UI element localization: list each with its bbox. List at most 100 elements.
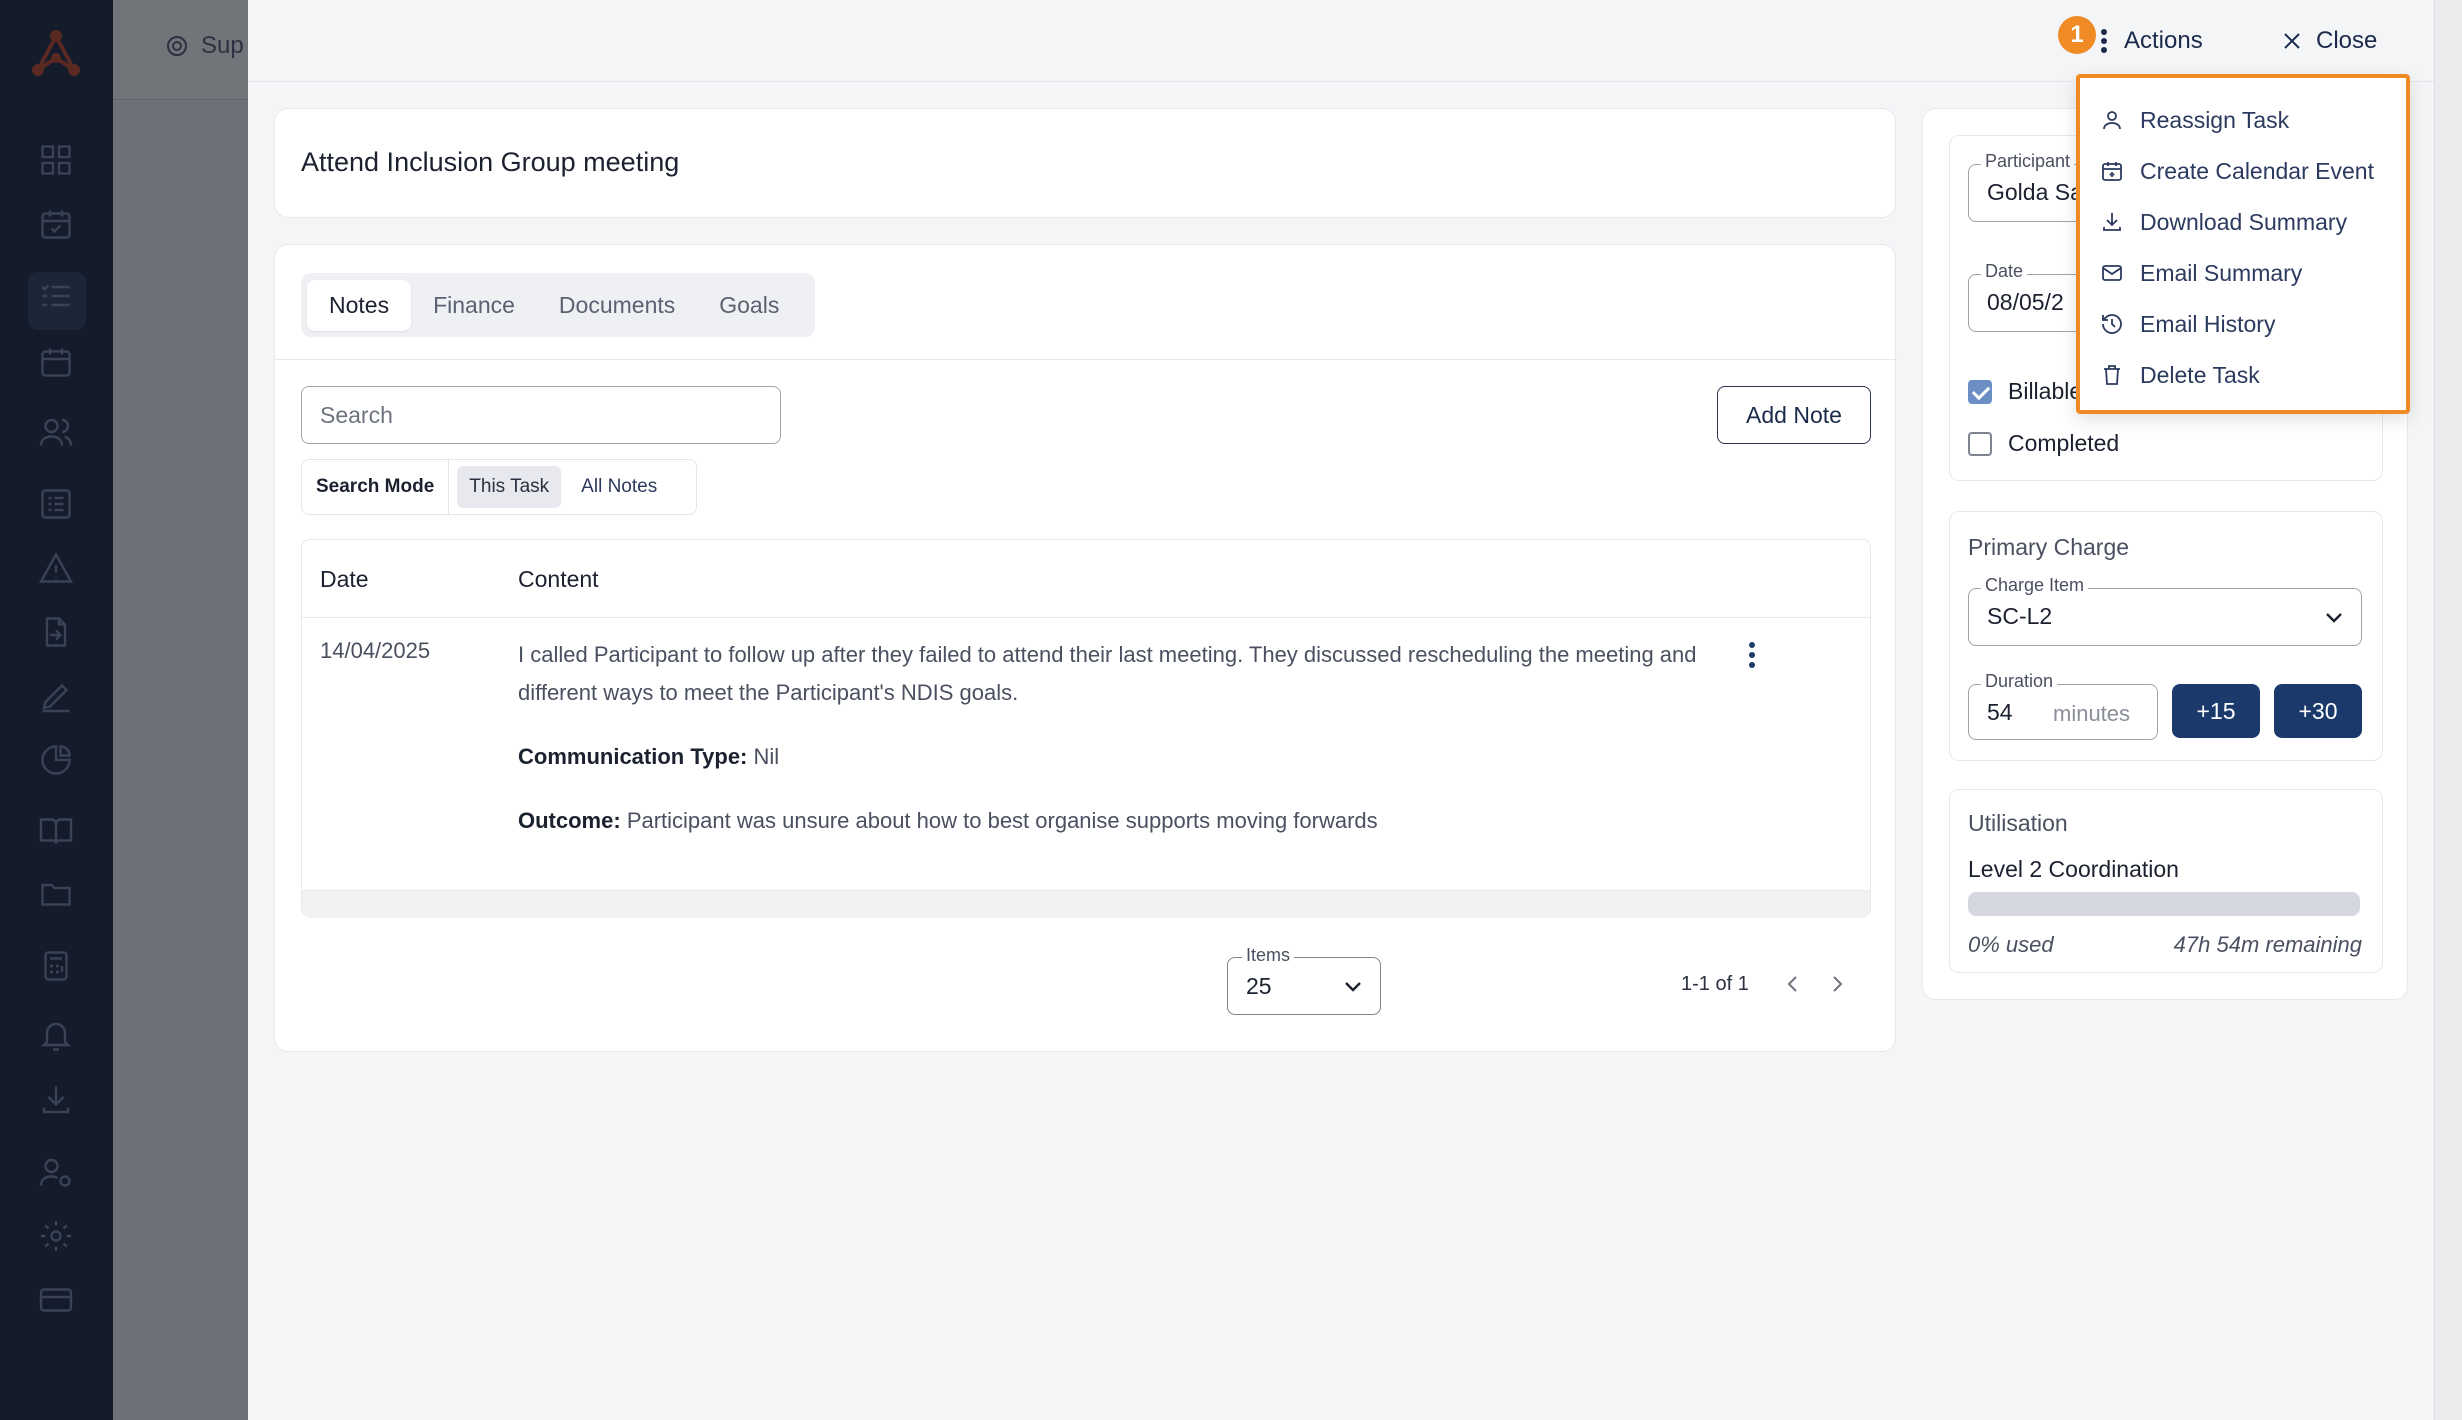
duration-unit: minutes xyxy=(2053,701,2131,726)
add-note-button[interactable]: Add Note xyxy=(1717,386,1871,444)
menu-item-label: Create Calendar Event xyxy=(2140,157,2374,184)
close-label: Close xyxy=(2316,27,2378,54)
chevron-down-icon xyxy=(2326,613,2342,623)
note-outcome: Outcome: Participant was unsure about ho… xyxy=(518,802,1778,840)
actions-label: Actions xyxy=(2124,27,2203,54)
credit-card-icon[interactable] xyxy=(38,1282,74,1318)
gear-icon[interactable] xyxy=(38,1218,74,1254)
close-button[interactable]: Close xyxy=(2282,20,2377,62)
duration-field[interactable]: Duration 54 minutes xyxy=(1968,671,2158,740)
participant-label: Participant xyxy=(1981,151,2075,172)
row-menu-icon[interactable] xyxy=(1742,640,1762,670)
add-15-button[interactable]: +15 xyxy=(2172,684,2260,738)
notes-table: Date Content 14/04/2025 I called Partici… xyxy=(301,539,1871,918)
pagination-range: 1-1 of 1 xyxy=(1681,973,1749,995)
menu-item-email-summary[interactable]: Email Summary xyxy=(2100,253,2302,293)
note-body: I called Participant to follow up after … xyxy=(518,642,1697,705)
tab-goals[interactable]: Goals xyxy=(697,280,801,331)
menu-item-label: Download Summary xyxy=(2140,208,2348,235)
background-breadcrumb: Sup xyxy=(165,32,244,60)
items-label: Items xyxy=(1242,945,1295,966)
tab-bar: Notes Finance Documents Goals xyxy=(301,273,815,337)
notification-icon[interactable] xyxy=(38,1018,74,1054)
menu-item-label: Email Summary xyxy=(2140,259,2303,286)
utilisation-item: Level 2 Coordination xyxy=(1968,856,2179,882)
table-horizontal-scrollbar[interactable] xyxy=(302,890,1870,918)
chevron-right-icon[interactable] xyxy=(1827,973,1847,995)
charge-item-value: SC-L2 xyxy=(1987,603,2053,629)
calculator-icon[interactable] xyxy=(38,948,74,984)
menu-item-reassign-task[interactable]: Reassign Task xyxy=(2100,100,2289,140)
dashboard-icon[interactable] xyxy=(38,142,74,178)
notes-card: Notes Finance Documents Goals Add Note S… xyxy=(274,244,1897,1052)
kebab-icon xyxy=(2101,29,2107,53)
outcome-value: Participant was unsure about how to best… xyxy=(626,808,1378,833)
charge-item-select[interactable]: Charge Item SC-L2 xyxy=(1968,575,2362,646)
tab-notes[interactable]: Notes xyxy=(307,279,412,331)
sidebar xyxy=(0,0,113,1420)
column-header-date[interactable]: Date xyxy=(320,566,369,593)
user-settings-icon[interactable] xyxy=(38,1154,74,1190)
completed-check-icon xyxy=(1968,431,1992,456)
note-communication-type: Communication Type: Nil xyxy=(518,738,1778,776)
column-header-content[interactable]: Content xyxy=(518,566,599,593)
menu-item-create-calendar-event[interactable]: Create Calendar Event xyxy=(2100,151,2374,191)
menu-item-delete-task[interactable]: Delete Task xyxy=(2100,355,2260,395)
background-breadcrumb-text: Sup xyxy=(201,32,244,59)
history-icon xyxy=(2102,314,2122,334)
signature-icon[interactable] xyxy=(38,678,74,714)
calendar-plus-icon xyxy=(2102,162,2122,181)
billable-checkbox[interactable]: Billable xyxy=(1968,378,2082,405)
utilisation-remaining: 47h 54m remaining xyxy=(2173,932,2362,957)
add-30-button[interactable]: +30 xyxy=(2274,684,2362,738)
folder-icon[interactable] xyxy=(38,876,74,912)
book-icon[interactable] xyxy=(38,812,74,848)
users-icon[interactable] xyxy=(38,414,74,450)
communication-type-value: Nil xyxy=(753,744,780,769)
utilisation-card: Utilisation Level 2 Coordination 0% used… xyxy=(1949,789,2383,973)
pie-chart-icon[interactable] xyxy=(38,742,74,778)
trash-icon xyxy=(2104,365,2120,385)
search-mode-this-task[interactable]: This Task xyxy=(457,466,562,508)
tab-finance[interactable]: Finance xyxy=(411,280,537,331)
calendar-icon[interactable] xyxy=(38,344,74,380)
warning-icon[interactable] xyxy=(38,550,74,586)
calendar-check-icon[interactable] xyxy=(38,206,74,242)
duration-label: Duration xyxy=(1981,671,2058,692)
task-list-icon[interactable] xyxy=(38,278,74,314)
menu-item-label: Email History xyxy=(2140,310,2276,337)
download-icon xyxy=(2103,213,2121,231)
menu-item-email-history[interactable]: Email History xyxy=(2100,304,2275,344)
billable-label: Billable xyxy=(2008,378,2083,404)
menu-item-download-summary[interactable]: Download Summary xyxy=(2100,202,2347,242)
utilisation-progress-bar xyxy=(1968,892,2360,916)
search-mode-toggle: Search Mode This Task All Notes xyxy=(301,459,697,515)
mail-icon xyxy=(2102,265,2122,281)
menu-item-label: Reassign Task xyxy=(2140,106,2290,133)
participant-value: Golda Sa xyxy=(1987,179,2083,205)
search-mode-all-notes[interactable]: All Notes xyxy=(569,466,669,508)
utilisation-used: 0% used xyxy=(1968,932,2054,957)
search-mode-label: Search Mode xyxy=(312,460,450,514)
chevron-left-icon[interactable] xyxy=(1783,973,1803,995)
report-icon[interactable] xyxy=(38,486,74,522)
app-logo-icon[interactable] xyxy=(26,26,86,82)
table-header: Date Content xyxy=(302,540,1870,618)
billable-check-icon xyxy=(1968,379,1992,404)
primary-charge-card: Primary Charge Charge Item SC-L2 Duratio… xyxy=(1949,511,2383,761)
completed-label: Completed xyxy=(2008,430,2120,456)
document-export-icon[interactable] xyxy=(38,614,74,650)
duration-value: 54 xyxy=(1987,699,2013,725)
search-input[interactable] xyxy=(301,386,781,444)
note-content: I called Participant to follow up after … xyxy=(518,636,1778,866)
communication-type-label: Communication Type: xyxy=(518,744,748,769)
actions-button[interactable]: Actions xyxy=(2100,20,2203,62)
tab-documents[interactable]: Documents xyxy=(537,280,697,331)
close-icon xyxy=(2284,33,2300,49)
download-tray-icon[interactable] xyxy=(38,1082,74,1118)
outcome-label: Outcome: xyxy=(518,808,621,833)
scrollbar[interactable] xyxy=(2434,0,2462,1420)
items-per-page-select[interactable]: Items 25 xyxy=(1227,945,1381,1015)
charge-item-label: Charge Item xyxy=(1981,575,2089,596)
completed-checkbox[interactable]: Completed xyxy=(1968,430,2119,457)
